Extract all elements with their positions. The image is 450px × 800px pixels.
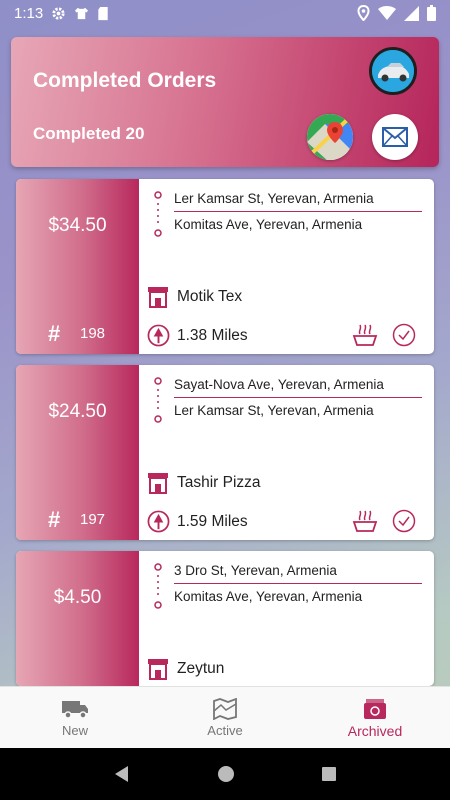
home-icon[interactable] [217,765,235,783]
price-panel: $34.50 # 198 [16,179,139,354]
store-name: Motik Tex [177,288,243,305]
wifi-icon [378,5,396,20]
distance: 1.59 Miles [177,513,248,530]
distance: 1.38 Miles [177,327,248,344]
distance-icon [147,324,170,347]
pickup-address: Ler Kamsar St, Yerevan, Armenia [174,191,374,206]
order-price: $24.50 [48,401,107,422]
store-name: Tashir Pizza [177,474,261,491]
back-icon[interactable] [113,765,131,783]
nav-item-archived[interactable]: Archived [300,687,450,748]
route-dots-icon [154,377,162,423]
system-navigation-bar [0,748,450,800]
store-icon [148,659,168,680]
maps-icon [307,114,353,160]
route-dots-icon [154,191,162,237]
location-icon [357,5,370,21]
dropoff-address: Komitas Ave, Yerevan, Armenia [174,589,363,604]
gear-icon [52,6,65,20]
price-panel: $24.50 # 197 [16,365,139,540]
check-icon[interactable] [392,509,416,533]
store-icon [148,287,168,308]
order-card[interactable]: $24.50 # 197 Sayat-Nova Ave, Yerevan, Ar… [16,365,434,540]
status-time: 1:13 [14,4,44,22]
food-icon [352,324,378,346]
nav-label-new: New [61,723,88,738]
bottom-navigation: New Active Archived [0,686,450,748]
distance-icon [147,510,170,533]
store-icon [148,473,168,494]
page-title: Completed Orders [33,69,217,92]
order-number: 197 [80,511,106,528]
check-icon[interactable] [392,323,416,347]
order-price: $4.50 [53,587,102,608]
mail-icon [382,127,408,147]
mail-button[interactable] [372,114,418,160]
address-divider [174,397,422,398]
dropoff-address: Ler Kamsar St, Yerevan, Armenia [174,403,374,418]
nav-label-archived: Archived [347,723,403,739]
delivery-truck-icon [62,701,88,719]
shirt-icon [75,7,89,19]
pickup-address: 3 Dro St, Yerevan, Armenia [174,563,337,578]
status-bar: 1:13 [0,0,450,26]
completed-orders-header: Completed Orders Completed 20 [11,37,439,167]
sd-card-icon [98,6,108,20]
order-number: 198 [80,325,106,342]
dropoff-address: Komitas Ave, Yerevan, Armenia [174,217,363,232]
pickup-address: Sayat-Nova Ave, Yerevan, Armenia [174,377,384,392]
order-card[interactable]: $4.50 3 Dro St, Yerevan, Armenia Komitas… [16,551,434,686]
nav-label-active: Active [207,723,243,738]
nav-item-new[interactable]: New [0,687,150,748]
battery-icon [427,5,436,21]
order-hash-symbol: # [48,507,61,532]
price-panel: $4.50 [16,551,139,686]
nav-item-active[interactable]: Active [150,687,300,748]
completed-count: Completed 20 [33,124,145,143]
order-hash-symbol: # [48,321,61,346]
archive-box-icon [364,699,386,719]
car-avatar-icon[interactable] [369,47,417,95]
food-icon [352,510,378,532]
order-price: $34.50 [48,215,107,236]
address-divider [174,211,422,212]
route-dots-icon [154,563,162,609]
map-icon [213,698,237,720]
order-card[interactable]: $34.50 # 198 Ler Kamsar St, Yerevan, Arm… [16,179,434,354]
recents-icon[interactable] [321,766,337,782]
signal-icon [404,5,419,21]
store-name: Zeytun [177,660,225,677]
address-divider [174,583,422,584]
maps-button[interactable] [307,114,353,160]
